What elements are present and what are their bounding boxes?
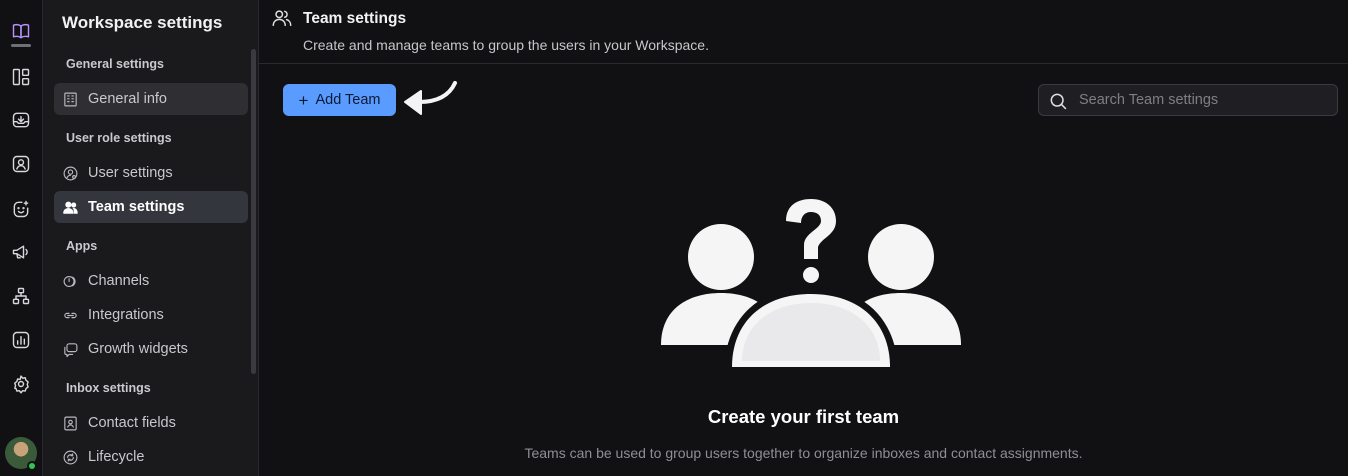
- sidebar-item-lifecycle[interactable]: Lifecycle: [54, 441, 248, 473]
- sidebar-item-user-settings[interactable]: User settings: [54, 157, 248, 189]
- user-gear-icon: [63, 166, 78, 180]
- page-subtitle: Create and manage teams to group the use…: [303, 37, 709, 53]
- sidebar-item-contact-fields[interactable]: Contact fields: [54, 407, 248, 439]
- building-icon: [64, 92, 77, 106]
- pointer-arrow-icon: [404, 81, 457, 115]
- sidebar-item-channels[interactable]: Channels: [54, 265, 248, 297]
- search-input[interactable]: [1079, 85, 1329, 115]
- sidebar-item-label: Lifecycle: [88, 449, 145, 465]
- sidebar-item-general-info[interactable]: General info: [54, 83, 248, 115]
- sidebar-item-label: Growth widgets: [88, 341, 188, 357]
- sidebar-item-team-settings[interactable]: Team settings: [54, 191, 248, 223]
- sidebar-item-label: Team settings: [88, 199, 185, 215]
- contacts-icon[interactable]: [9, 152, 33, 176]
- empty-state-description: Teams can be used to group users togethe…: [524, 445, 1083, 461]
- team-icon: [63, 201, 78, 214]
- team-outline-icon: [271, 7, 293, 29]
- board-icon[interactable]: [9, 65, 33, 89]
- search-box[interactable]: [1038, 84, 1338, 116]
- app-window: Workspace settings General settings Gene…: [0, 0, 1348, 476]
- add-team-button[interactable]: + Add Team: [283, 84, 396, 116]
- team-question-illustration: [661, 199, 961, 373]
- add-team-label: Add Team: [315, 92, 381, 108]
- reports-icon[interactable]: [9, 328, 33, 352]
- page-title: Team settings: [303, 10, 407, 27]
- ai-face-icon[interactable]: [9, 197, 33, 221]
- book-open-icon[interactable]: [9, 19, 33, 43]
- sidebar-item-label: Integrations: [88, 307, 164, 323]
- search-icon: [1050, 93, 1067, 110]
- sidebar-title: Workspace settings: [62, 13, 223, 32]
- refresh-icon: [63, 450, 78, 464]
- section-label-apps: Apps: [66, 239, 98, 253]
- megaphone-icon[interactable]: [9, 240, 33, 264]
- empty-state-title: Create your first team: [707, 406, 900, 427]
- page-header: Team settings Create and manage teams to…: [259, 0, 1348, 64]
- link-icon: [64, 312, 77, 318]
- chat-widget-icon: [64, 342, 78, 357]
- sidebar-item-integrations[interactable]: Integrations: [54, 299, 248, 331]
- sidebar-item-label: Contact fields: [88, 415, 176, 431]
- sidebar-item-label: Channels: [88, 273, 150, 289]
- gear-icon[interactable]: [9, 372, 33, 396]
- sidebar-item-label: General info: [88, 91, 167, 107]
- section-label-user-role: User role settings: [66, 131, 172, 145]
- sidebar-scrollbar[interactable]: [251, 49, 256, 374]
- online-status-dot: [27, 461, 37, 471]
- section-label-general: General settings: [66, 57, 164, 71]
- settings-sidebar: Workspace settings General settings Gene…: [43, 0, 259, 476]
- app-rail: [0, 0, 43, 476]
- section-label-inbox: Inbox settings: [66, 381, 151, 395]
- active-indicator: [11, 44, 31, 47]
- main-content: Team settings Create and manage teams to…: [259, 0, 1348, 476]
- sidebar-item-label: User settings: [88, 165, 173, 181]
- contact-card-icon: [64, 416, 77, 430]
- channels-icon: [63, 275, 76, 287]
- inbox-icon[interactable]: [9, 108, 33, 132]
- workflow-icon[interactable]: [9, 284, 33, 308]
- plus-icon: +: [298, 90, 309, 110]
- sidebar-item-growth-widgets[interactable]: Growth widgets: [54, 333, 248, 365]
